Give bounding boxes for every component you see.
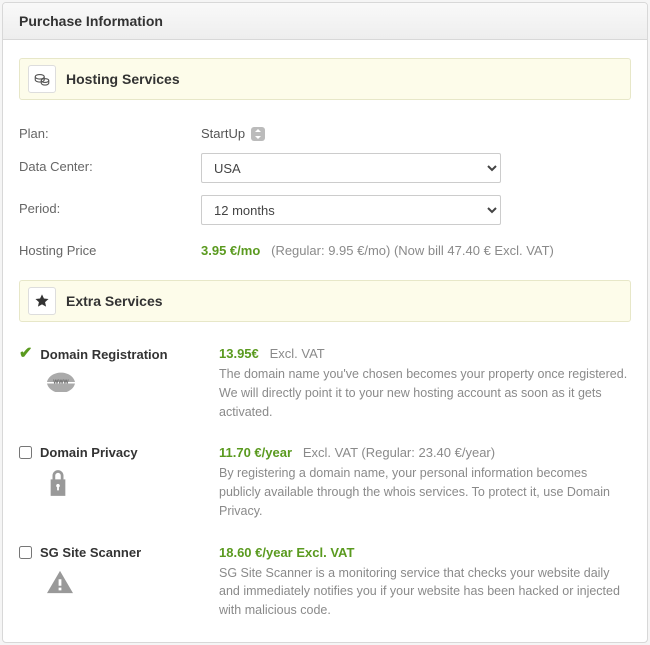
panel-body: Hosting Services Plan: StartUp Data Cent… (3, 40, 647, 642)
purchase-panel: Purchase Information Hosting Services Pl… (2, 2, 648, 643)
service-excl: Excl. VAT (303, 445, 358, 460)
service-domain-registration: ✔ Domain Registration WWW 13.95€ Excl. V… (19, 336, 631, 435)
service-domain-privacy: Domain Privacy 11.70 €/year Excl. VAT (R… (19, 435, 631, 534)
service-desc: By registering a domain name, your perso… (219, 464, 631, 520)
warning-icon (47, 570, 219, 594)
section-extras-title: Extra Services (66, 293, 163, 309)
coins-icon (28, 65, 56, 93)
plan-value[interactable]: StartUp (201, 120, 265, 141)
domain-privacy-checkbox[interactable] (19, 446, 32, 459)
service-title: SG Site Scanner (40, 545, 141, 560)
row-period: Period: 12 months (19, 189, 631, 231)
hosting-price-regular: (Regular: 9.95 €/mo) (271, 243, 390, 258)
datacenter-label: Data Center: (19, 153, 201, 174)
lock-icon (47, 470, 219, 496)
section-hosting-title: Hosting Services (66, 71, 180, 87)
service-price: 13.95€ (219, 346, 259, 361)
service-price: 18.60 €/year Excl. VAT (219, 545, 354, 560)
page-title: Purchase Information (3, 3, 647, 40)
period-label: Period: (19, 195, 201, 216)
row-plan: Plan: StartUp (19, 114, 631, 147)
hosting-price-value: 3.95 €/mo (201, 243, 260, 258)
plan-label: Plan: (19, 120, 201, 141)
www-icon: WWW (47, 372, 219, 392)
service-price: 11.70 €/year (219, 445, 292, 460)
hosting-price-label: Hosting Price (19, 237, 201, 258)
service-regular: (Regular: 23.40 €/year) (361, 445, 495, 460)
section-hosting-bar: Hosting Services (19, 58, 631, 100)
row-datacenter: Data Center: USA (19, 147, 631, 189)
service-desc: The domain name you've chosen becomes yo… (219, 365, 631, 421)
service-title: Domain Registration (40, 347, 167, 362)
service-excl: Excl. VAT (270, 346, 325, 361)
site-scanner-checkbox[interactable] (19, 546, 32, 559)
row-hosting-price: Hosting Price 3.95 €/mo (Regular: 9.95 €… (19, 231, 631, 264)
service-desc: SG Site Scanner is a monitoring service … (219, 564, 631, 620)
section-extras-bar: Extra Services (19, 280, 631, 322)
plan-value-text: StartUp (201, 126, 245, 141)
hosting-price-nowbill: (Now bill 47.40 € Excl. VAT) (394, 243, 554, 258)
service-title: Domain Privacy (40, 445, 138, 460)
updown-icon (251, 127, 265, 141)
service-site-scanner: SG Site Scanner 18.60 €/year Excl. VAT S… (19, 535, 631, 624)
check-icon: ✔ (19, 346, 32, 362)
datacenter-select[interactable]: USA (201, 153, 501, 183)
star-icon (28, 287, 56, 315)
svg-text:WWW: WWW (53, 380, 69, 386)
period-select[interactable]: 12 months (201, 195, 501, 225)
